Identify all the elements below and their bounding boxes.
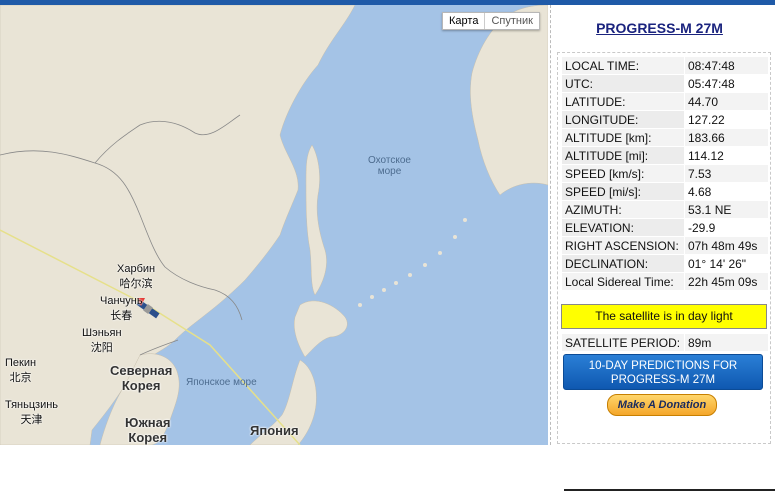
- predictions-button[interactable]: 10-DAY PREDICTIONS FOR PROGRESS-M 27M: [563, 354, 763, 390]
- data-row-value: 05:47:48: [685, 75, 768, 92]
- map-type-map-button[interactable]: Карта: [443, 13, 484, 29]
- data-row: SPEED [mi/s]: 4.68: [562, 183, 768, 200]
- predictions-line-1: 10-DAY PREDICTIONS FOR: [588, 360, 738, 372]
- hokkaido-land: [294, 300, 348, 358]
- label-tianjin: Тяньцзинь 天津: [5, 399, 59, 426]
- satellite-title-link[interactable]: PROGRESS-M 27M: [551, 20, 768, 36]
- map-type-control: Карта Спутник: [442, 12, 540, 30]
- data-row: SPEED [km/s]: 7.53: [562, 165, 768, 182]
- data-row-value: 22h 45m 09s: [685, 273, 768, 290]
- data-row-key: LONGITUDE:: [562, 111, 684, 128]
- data-row-key: LATITUDE:: [562, 93, 684, 110]
- label-japan: Япония: [250, 423, 299, 438]
- data-row: RIGHT ASCENSION: 07h 48m 49s: [562, 237, 768, 254]
- data-row: ALTITUDE [km]: 183.66: [562, 129, 768, 146]
- data-row-key: ELEVATION:: [562, 219, 684, 236]
- data-row: LATITUDE: 44.70: [562, 93, 768, 110]
- data-row-key: SPEED [km/s]:: [562, 165, 684, 182]
- data-row-value: 44.70: [685, 93, 768, 110]
- sakhalin-land: [305, 144, 327, 296]
- label-harbin: Харбин 哈尔滨: [117, 263, 156, 290]
- data-row: LOCAL TIME: 08:47:48: [562, 57, 768, 74]
- data-row-value: 4.68: [685, 183, 768, 200]
- data-row: UTC: 05:47:48: [562, 75, 768, 92]
- label-okhotsk-sea: Охотское море: [368, 155, 411, 177]
- data-row-key: DECLINATION:: [562, 255, 684, 272]
- data-row-key: UTC:: [562, 75, 684, 92]
- data-row-value: 127.22: [685, 111, 768, 128]
- data-row-value: -29.9: [685, 219, 768, 236]
- label-beijing: Пекин 北京: [5, 357, 37, 384]
- data-row-value: 08:47:48: [685, 57, 768, 74]
- satellite-data-table: LOCAL TIME: 08:47:48 UTC: 05:47:48 LATITUDE:…: [561, 56, 769, 291]
- label-north-korea: Северная Корея: [110, 363, 173, 393]
- label-shenyang: Шэньян 沈阳: [82, 327, 122, 354]
- data-row-key: RIGHT ASCENSION:: [562, 237, 684, 254]
- info-box: LOCAL TIME: 08:47:48 UTC: 05:47:48 LATITUDE:…: [557, 52, 775, 491]
- map-canvas: [0, 5, 548, 445]
- data-row-key: ALTITUDE [mi]:: [562, 147, 684, 164]
- data-row: Local Sidereal Time: 22h 45m 09s: [562, 273, 768, 290]
- map-type-satellite-button[interactable]: Спутник: [485, 13, 538, 29]
- data-row-value: 07h 48m 49s: [685, 237, 768, 254]
- data-row-value: 114.12: [685, 147, 768, 164]
- bottom-divider: [564, 489, 775, 495]
- kuril-islands: [358, 218, 467, 307]
- data-row: ALTITUDE [mi]: 114.12: [562, 147, 768, 164]
- data-row-key: Local Sidereal Time:: [562, 273, 684, 290]
- label-south-korea: Южная Корея: [125, 415, 171, 445]
- predictions-line-2: PROGRESS-M 27M: [610, 374, 716, 386]
- data-row: LONGITUDE: 127.22: [562, 111, 768, 128]
- map-view[interactable]: Карта Спутник Охотское море Японское море…: [0, 5, 548, 445]
- period-table: SATELLITE PERIOD: 89m: [561, 333, 769, 352]
- info-panel: PROGRESS-M 27M LOCAL TIME: 08:47:48 UTC: 05…: [550, 5, 775, 491]
- kamchatka-land: [470, 5, 548, 196]
- period-value: 89m: [685, 334, 768, 351]
- label-japan-sea: Японское море: [186, 377, 257, 388]
- data-row-key: AZIMUTH:: [562, 201, 684, 218]
- data-row-value: 01° 14' 26": [685, 255, 768, 272]
- data-row-key: SPEED [mi/s]:: [562, 183, 684, 200]
- data-row-value: 53.1 NE: [685, 201, 768, 218]
- label-changchun: Чанчунь 长春: [100, 295, 143, 322]
- data-row-key: LOCAL TIME:: [562, 57, 684, 74]
- data-row: ELEVATION: -29.9: [562, 219, 768, 236]
- daylight-status: The satellite is in day light: [561, 304, 767, 329]
- period-key: SATELLITE PERIOD:: [562, 334, 684, 351]
- donate-button[interactable]: Make A Donation: [607, 394, 717, 416]
- data-row-value: 7.53: [685, 165, 768, 182]
- data-row-key: ALTITUDE [km]:: [562, 129, 684, 146]
- data-row-value: 183.66: [685, 129, 768, 146]
- data-row: DECLINATION: 01° 14' 26": [562, 255, 768, 272]
- data-row: AZIMUTH: 53.1 NE: [562, 201, 768, 218]
